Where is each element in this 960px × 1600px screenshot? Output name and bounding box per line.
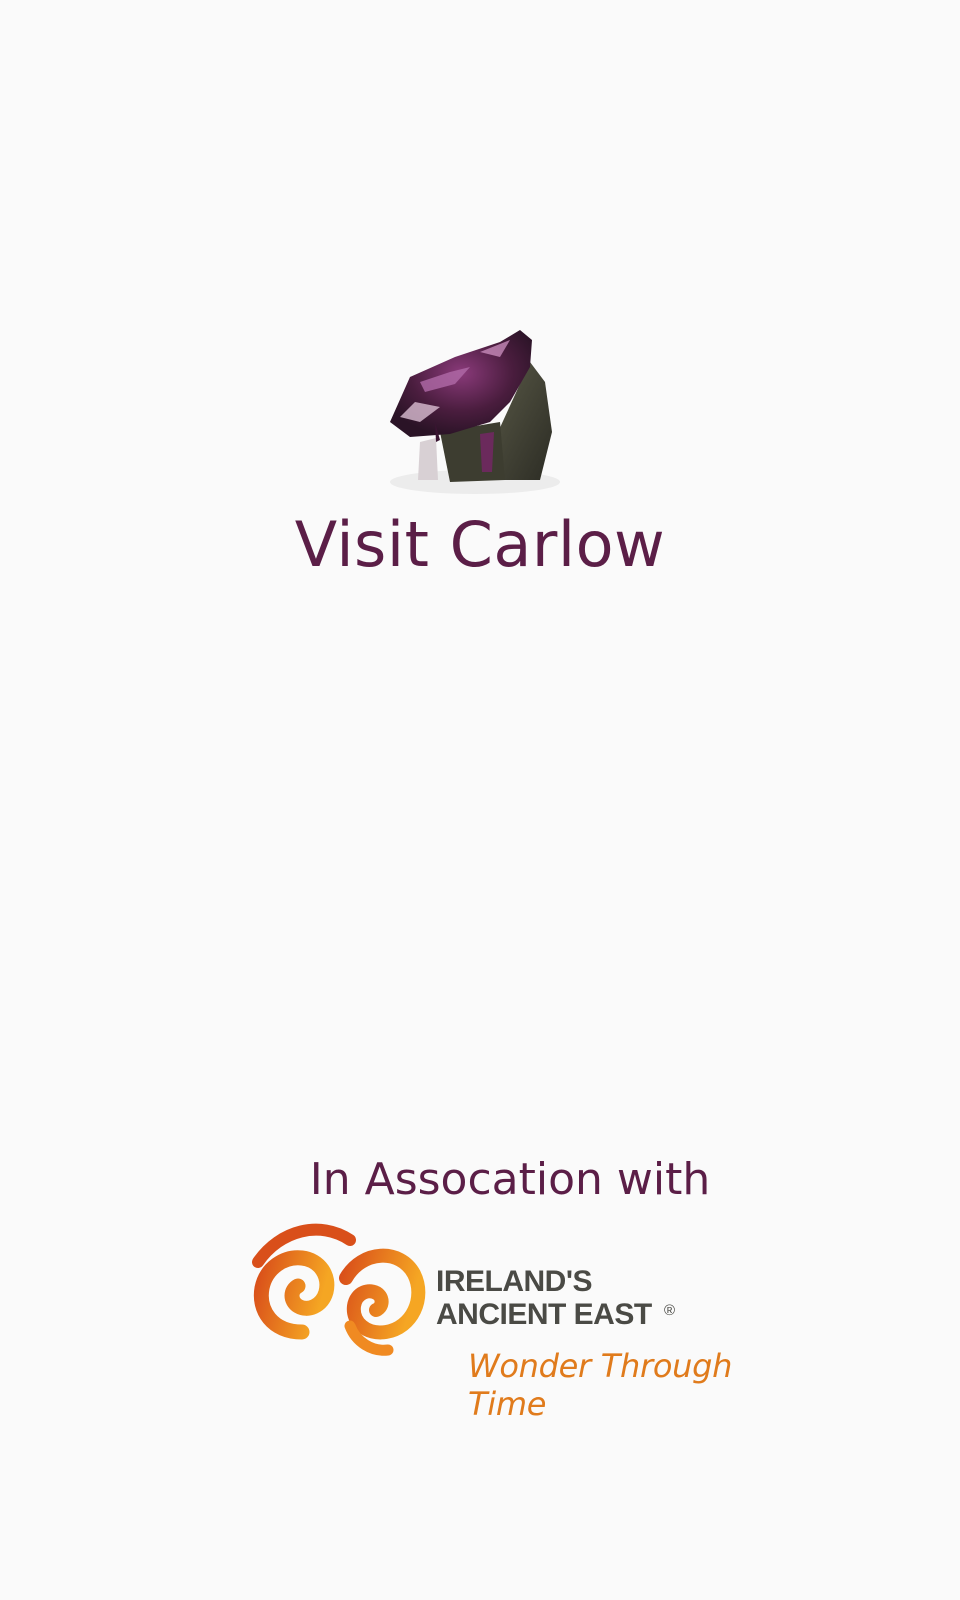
spiral-swirl-icon [252,1223,426,1356]
association-text: In Assocation with [309,1154,711,1205]
registered-mark: ® [664,1302,676,1319]
partner-name-line2: ANCIENT EAST [436,1298,652,1331]
partner-tagline: Wonder Through Time [468,1347,733,1423]
splash-screen: Visit Carlow In Assocation with IRELAND'… [0,0,960,1600]
app-title: Visit Carlow [294,508,666,581]
partner-name-line1: IRELAND'S [436,1265,592,1298]
dolmen-logo-icon [390,330,560,494]
partner-logo: IRELAND'S ANCIENT EAST ® Wonder Through … [250,1222,810,1423]
